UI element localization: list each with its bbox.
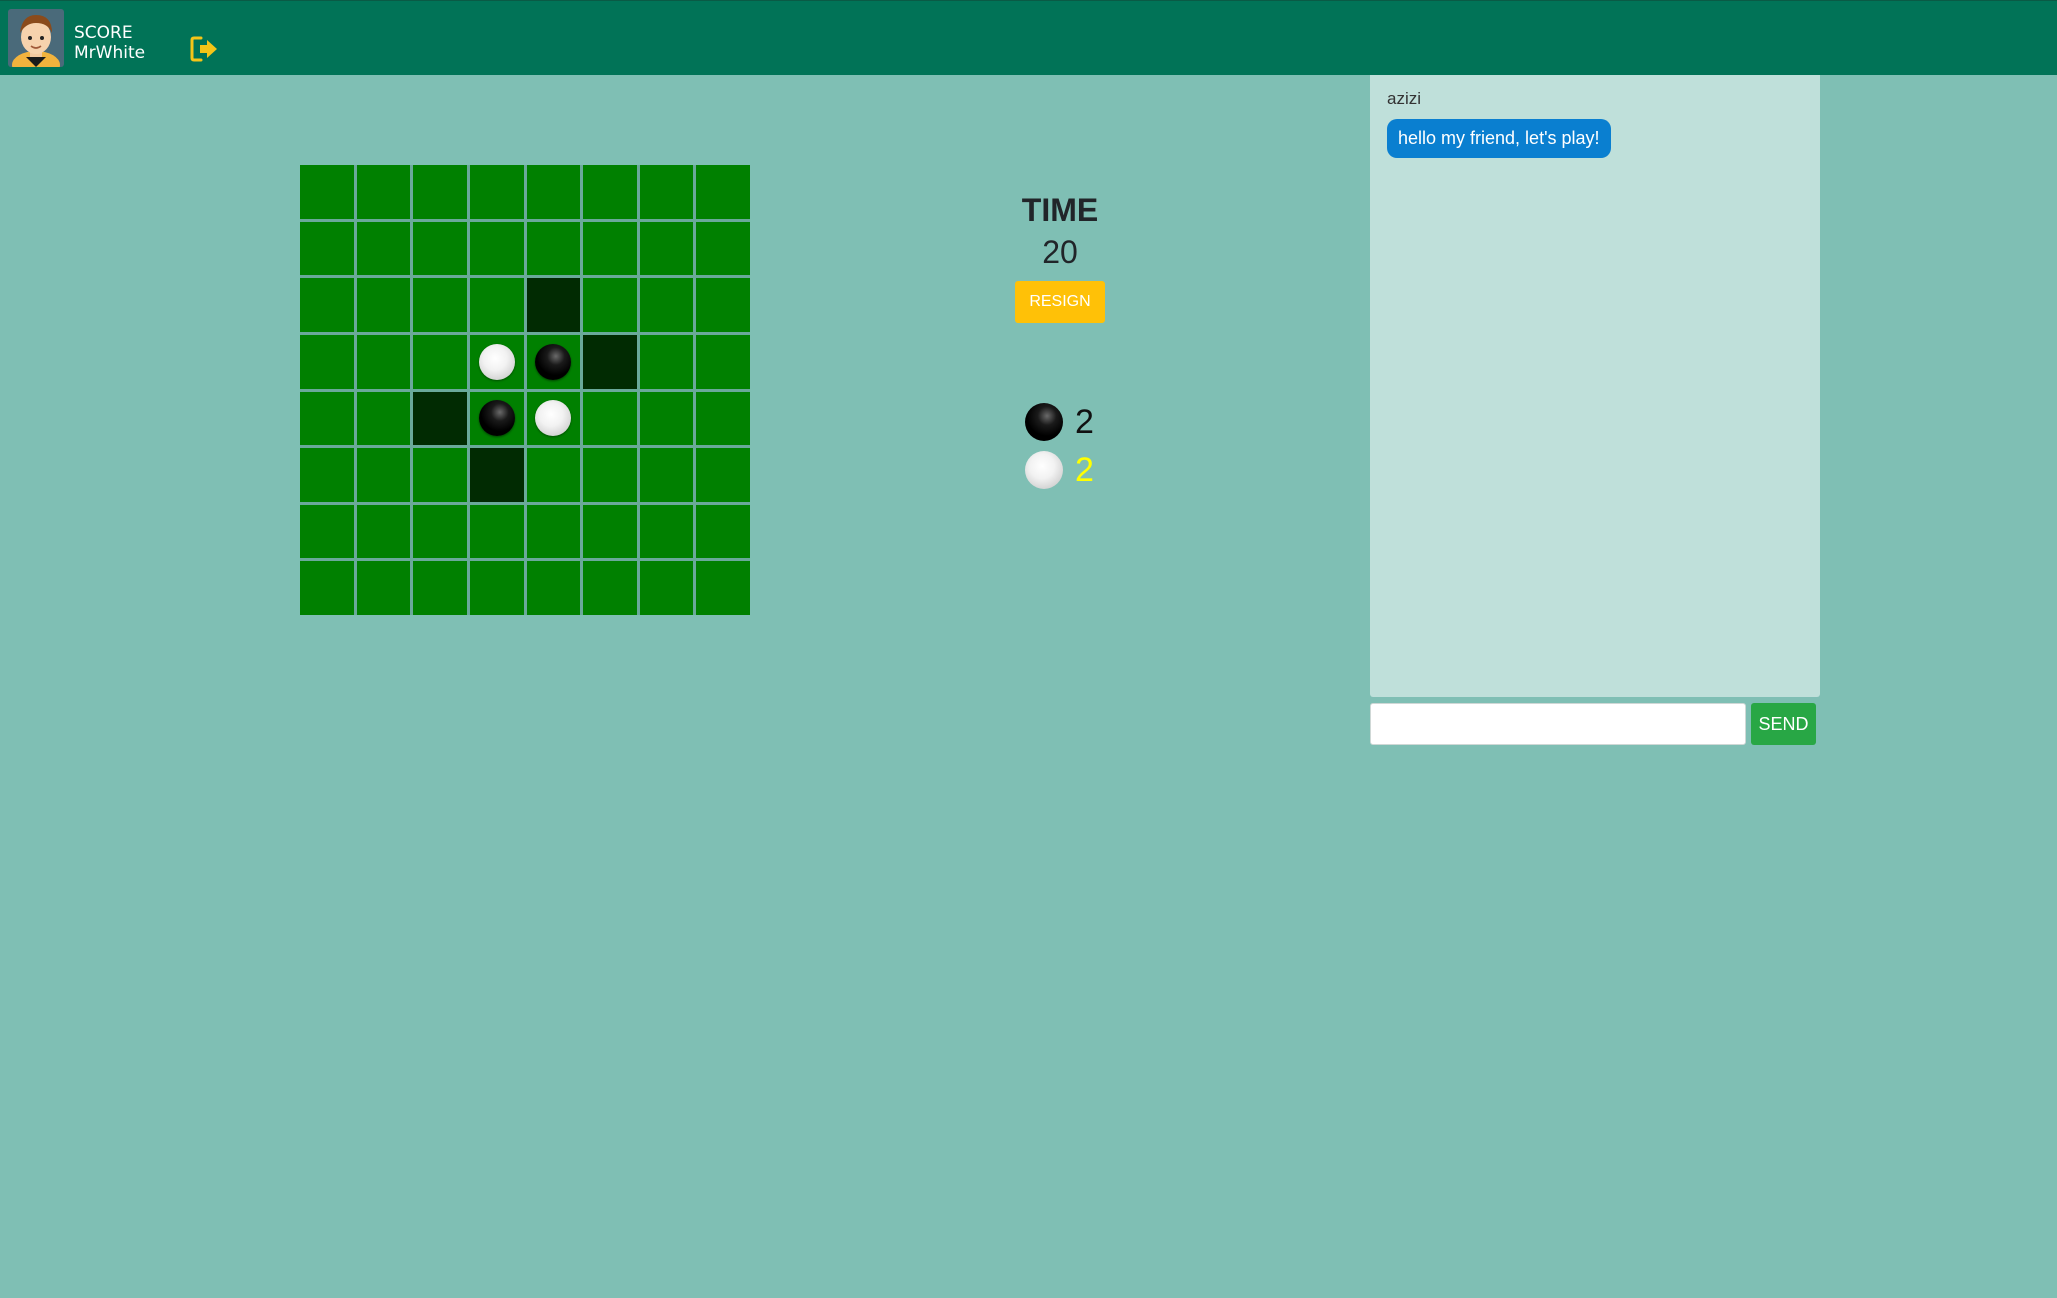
board-cell[interactable] xyxy=(639,504,694,559)
resign-button[interactable]: RESIGN xyxy=(1015,281,1105,323)
board-cell[interactable] xyxy=(583,561,637,615)
black-disc-icon xyxy=(1025,403,1063,441)
board-cell[interactable] xyxy=(583,278,637,332)
username: MrWhite xyxy=(74,43,146,63)
board-cell[interactable] xyxy=(469,504,524,559)
board-cell[interactable] xyxy=(300,278,354,332)
score-label: SCORE xyxy=(74,23,133,43)
board-cell[interactable] xyxy=(356,278,411,332)
board-cell[interactable] xyxy=(526,334,581,389)
board-cell[interactable] xyxy=(696,504,750,559)
time-value: 20 xyxy=(1042,234,1078,270)
board-cell[interactable] xyxy=(696,448,750,502)
black-disc xyxy=(478,400,515,437)
white-disc-icon xyxy=(1025,451,1063,489)
time-label: TIME xyxy=(1021,192,1099,228)
board-cell[interactable] xyxy=(639,448,694,502)
board-cell-valid-move[interactable] xyxy=(469,448,524,502)
board-cell[interactable] xyxy=(639,278,694,332)
board-cell[interactable] xyxy=(356,561,411,615)
board-cell[interactable] xyxy=(413,165,467,219)
board-cell[interactable] xyxy=(526,221,581,276)
board-cell[interactable] xyxy=(300,391,354,446)
board-cell[interactable] xyxy=(356,221,411,276)
board-cell[interactable] xyxy=(413,504,467,559)
board-cell[interactable] xyxy=(583,504,637,559)
board-cell[interactable] xyxy=(639,221,694,276)
board-cell[interactable] xyxy=(696,391,750,446)
board-cell[interactable] xyxy=(469,391,524,446)
board-cell[interactable] xyxy=(639,561,694,615)
board-cell[interactable] xyxy=(356,504,411,559)
sign-out-icon[interactable] xyxy=(190,35,220,63)
board-cell[interactable] xyxy=(413,278,467,332)
board-cell[interactable] xyxy=(526,391,581,446)
white-score: 2 xyxy=(1075,450,1094,489)
board-cell[interactable] xyxy=(696,561,750,615)
board-cell-valid-move[interactable] xyxy=(583,334,637,389)
user-info: SCORE MrWhite xyxy=(74,23,145,63)
avatar xyxy=(8,9,64,67)
board-cell[interactable] xyxy=(639,165,694,219)
board-cell[interactable] xyxy=(583,221,637,276)
top-bar: SCORE MrWhite xyxy=(0,0,2057,75)
board-cell[interactable] xyxy=(639,334,694,389)
black-disc xyxy=(535,343,572,380)
board-cell[interactable] xyxy=(413,448,467,502)
black-score: 2 xyxy=(1075,402,1094,441)
board-cell[interactable] xyxy=(300,561,354,615)
send-button[interactable]: SEND xyxy=(1751,703,1816,745)
board-cell[interactable] xyxy=(526,504,581,559)
board-cell-valid-move[interactable] xyxy=(413,391,467,446)
board-cell[interactable] xyxy=(413,561,467,615)
board-cell[interactable] xyxy=(300,448,354,502)
board-cell[interactable] xyxy=(356,391,411,446)
chat-input[interactable] xyxy=(1370,703,1746,745)
board-cell[interactable] xyxy=(583,391,637,446)
chat-sender: azizi xyxy=(1387,89,1422,108)
chat-message: hello my friend, let's play! xyxy=(1387,119,1611,158)
board-cell[interactable] xyxy=(469,165,524,219)
board-cell-valid-move[interactable] xyxy=(526,278,581,332)
board-cell[interactable] xyxy=(300,334,354,389)
white-disc xyxy=(478,343,515,380)
board-cell[interactable] xyxy=(413,334,467,389)
board-cell[interactable] xyxy=(469,334,524,389)
board-cell[interactable] xyxy=(583,165,637,219)
board-cell[interactable] xyxy=(469,278,524,332)
board-cell[interactable] xyxy=(356,448,411,502)
board-cell[interactable] xyxy=(639,391,694,446)
board-cell[interactable] xyxy=(526,165,581,219)
white-disc xyxy=(535,400,572,437)
board-cell[interactable] xyxy=(583,448,637,502)
board-cell[interactable] xyxy=(300,221,354,276)
board-cell[interactable] xyxy=(696,278,750,332)
board-cell[interactable] xyxy=(356,334,411,389)
game-board xyxy=(300,165,750,615)
board-cell[interactable] xyxy=(300,504,354,559)
board-cell[interactable] xyxy=(526,561,581,615)
board-cell[interactable] xyxy=(300,165,354,219)
black-score-row: 2 xyxy=(1025,400,1094,444)
board-cell[interactable] xyxy=(356,165,411,219)
board-cell[interactable] xyxy=(526,448,581,502)
board-cell[interactable] xyxy=(469,561,524,615)
board-cell[interactable] xyxy=(413,221,467,276)
board-cell[interactable] xyxy=(469,221,524,276)
board-cell[interactable] xyxy=(696,334,750,389)
white-score-row: 2 xyxy=(1025,448,1094,492)
chat-panel: azizi hello my friend, let's play! xyxy=(1370,75,1820,697)
board-cell[interactable] xyxy=(696,221,750,276)
board-cell[interactable] xyxy=(696,165,750,219)
